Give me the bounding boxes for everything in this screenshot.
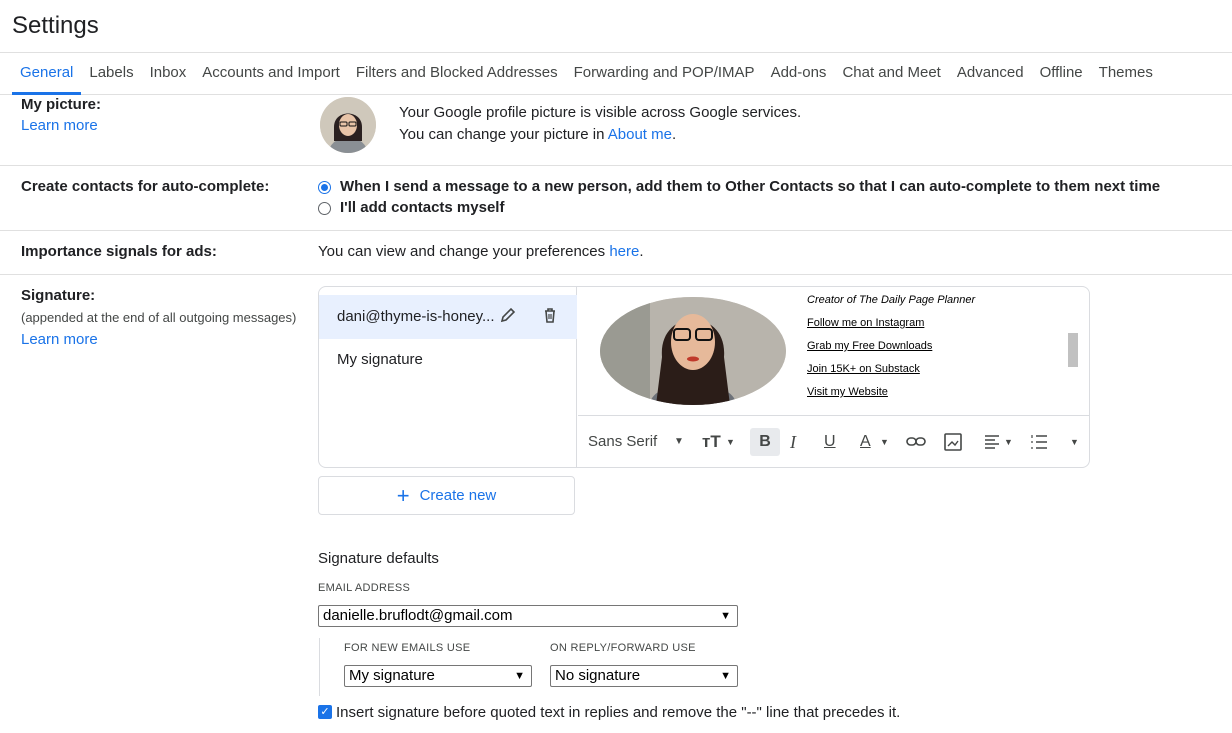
signature-item-my-signature[interactable]: My signature [337,351,423,368]
contacts-label: Create contacts for auto-complete: [21,178,270,195]
font-dropdown-arrow-icon[interactable]: ▼ [674,428,684,456]
page-title: Settings [12,12,99,39]
importance-label: Importance signals for ads: [21,243,217,260]
importance-suffix: . [639,243,644,260]
formatting-toolbar: Sans Serif ▼ тT ▼ B I U A ▼ ▼ ▼ [578,415,1089,467]
align-dropdown-arrow-icon[interactable]: ▼ [1004,428,1013,456]
create-new-label: Create new [419,487,497,504]
picture-learn-more-link[interactable]: Learn more [21,117,98,134]
picture-info-suffix: . [671,126,677,143]
signature-sub-label: (appended at the end of all outgoing mes… [21,310,297,325]
signature-link-instagram[interactable]: Follow me on Instagram [807,317,924,329]
chevron-down-icon: ▼ [720,670,731,682]
signature-learn-more-link[interactable]: Learn more [21,331,98,348]
importance-text: You can view and change your preferences… [318,243,644,260]
align-icon[interactable] [984,428,1000,456]
email-address-label: EMAIL ADDRESS [318,582,411,594]
signature-link-substack[interactable]: Join 15K+ on Substack [807,363,920,375]
signature-defaults-heading: Signature defaults [318,550,439,567]
signature-editor[interactable]: Creator of The Daily Page Planner Follow… [578,287,1089,467]
tab-chat-and-meet[interactable]: Chat and Meet [834,53,948,95]
color-dropdown-arrow-icon[interactable]: ▼ [880,428,889,456]
divider [0,274,1232,275]
signature-link-downloads[interactable]: Grab my Free Downloads [807,340,932,352]
radio-manual-label: I'll add contacts myself [340,199,505,216]
picture-info-prefix: You can change your picture in [399,126,608,143]
numbered-list-icon[interactable] [1030,428,1048,456]
settings-tabs: General Labels Inbox Accounts and Import Fil… [0,52,1232,95]
importance-prefix: You can view and change your preferences [318,243,610,260]
underline-icon[interactable]: U [824,428,836,456]
signature-item-selected[interactable]: dani@thyme-is-honey... [319,295,577,339]
tab-advanced[interactable]: Advanced [949,53,1032,95]
insert-signature-label: Insert signature before quoted text in r… [336,704,901,721]
size-dropdown-arrow-icon[interactable]: ▼ [726,428,735,456]
my-picture-label: My picture: [21,96,102,113]
tab-add-ons[interactable]: Add-ons [763,53,835,95]
radio-auto-add-label: When I send a message to a new person, a… [340,178,1161,195]
profile-avatar[interactable] [320,97,376,153]
insert-signature-checkbox[interactable]: ✓ [318,705,332,719]
signature-caption: Creator of The Daily Page Planner [807,294,976,306]
tab-labels[interactable]: Labels [81,53,141,95]
more-options-arrow-icon[interactable]: ▼ [1070,428,1079,456]
signature-link-website[interactable]: Visit my Website [807,386,888,398]
divider [0,230,1232,231]
font-family-select[interactable]: Sans Serif [588,428,657,456]
chevron-down-icon: ▼ [514,670,525,682]
tab-themes[interactable]: Themes [1091,53,1161,95]
delete-trash-icon[interactable] [541,306,559,329]
reply-forward-select[interactable]: No signature ▼ [550,665,738,687]
divider [0,165,1232,166]
email-address-select[interactable]: danielle.bruflodt@gmail.com ▼ [318,605,738,627]
insert-image-icon[interactable] [944,428,962,456]
tab-inbox[interactable]: Inbox [142,53,195,95]
tab-offline[interactable]: Offline [1032,53,1091,95]
link-icon[interactable] [906,428,926,456]
picture-info-line2: You can change your picture in About me. [399,126,676,143]
signature-panel: dani@thyme-is-honey... My signature Crea… [318,286,1090,468]
signature-list: dani@thyme-is-honey... My signature [319,287,577,467]
signature-item-name: dani@thyme-is-honey... [337,308,495,325]
email-address-value: danielle.bruflodt@gmail.com [323,607,513,624]
radio-manual-contacts[interactable] [318,202,331,215]
defaults-indent-line [319,638,320,696]
radio-auto-add-contacts[interactable] [318,181,331,194]
signature-portrait-icon [600,297,786,405]
signature-label: Signature: [21,287,96,304]
font-size-icon[interactable]: тT [702,428,721,456]
picture-info-line1: Your Google profile picture is visible a… [399,104,802,121]
plus-icon: + [396,482,410,508]
about-me-link[interactable]: About me [608,126,672,143]
editor-scrollbar[interactable] [1068,333,1078,367]
new-emails-label: FOR NEW EMAILS USE [344,642,471,654]
text-color-icon[interactable]: A [860,428,871,456]
profile-photo-icon [320,97,376,153]
create-new-signature-button[interactable]: + Create new [318,476,575,515]
new-emails-select[interactable]: My signature ▼ [344,665,532,687]
bold-icon[interactable]: B [750,428,780,456]
tab-accounts-and-import[interactable]: Accounts and Import [194,53,348,95]
italic-icon[interactable]: I [790,428,796,456]
new-emails-value: My signature [349,667,435,684]
importance-here-link[interactable]: here [609,243,639,260]
signature-photo [600,297,786,405]
reply-forward-label: ON REPLY/FORWARD USE [550,642,696,654]
tab-general[interactable]: General [12,53,82,95]
chevron-down-icon: ▼ [720,610,731,622]
edit-pencil-icon[interactable] [499,306,517,329]
tab-forwarding-and-pop-imap[interactable]: Forwarding and POP/IMAP [566,53,763,95]
tab-filters-and-blocked-addresses[interactable]: Filters and Blocked Addresses [348,53,566,95]
reply-forward-value: No signature [555,667,641,684]
